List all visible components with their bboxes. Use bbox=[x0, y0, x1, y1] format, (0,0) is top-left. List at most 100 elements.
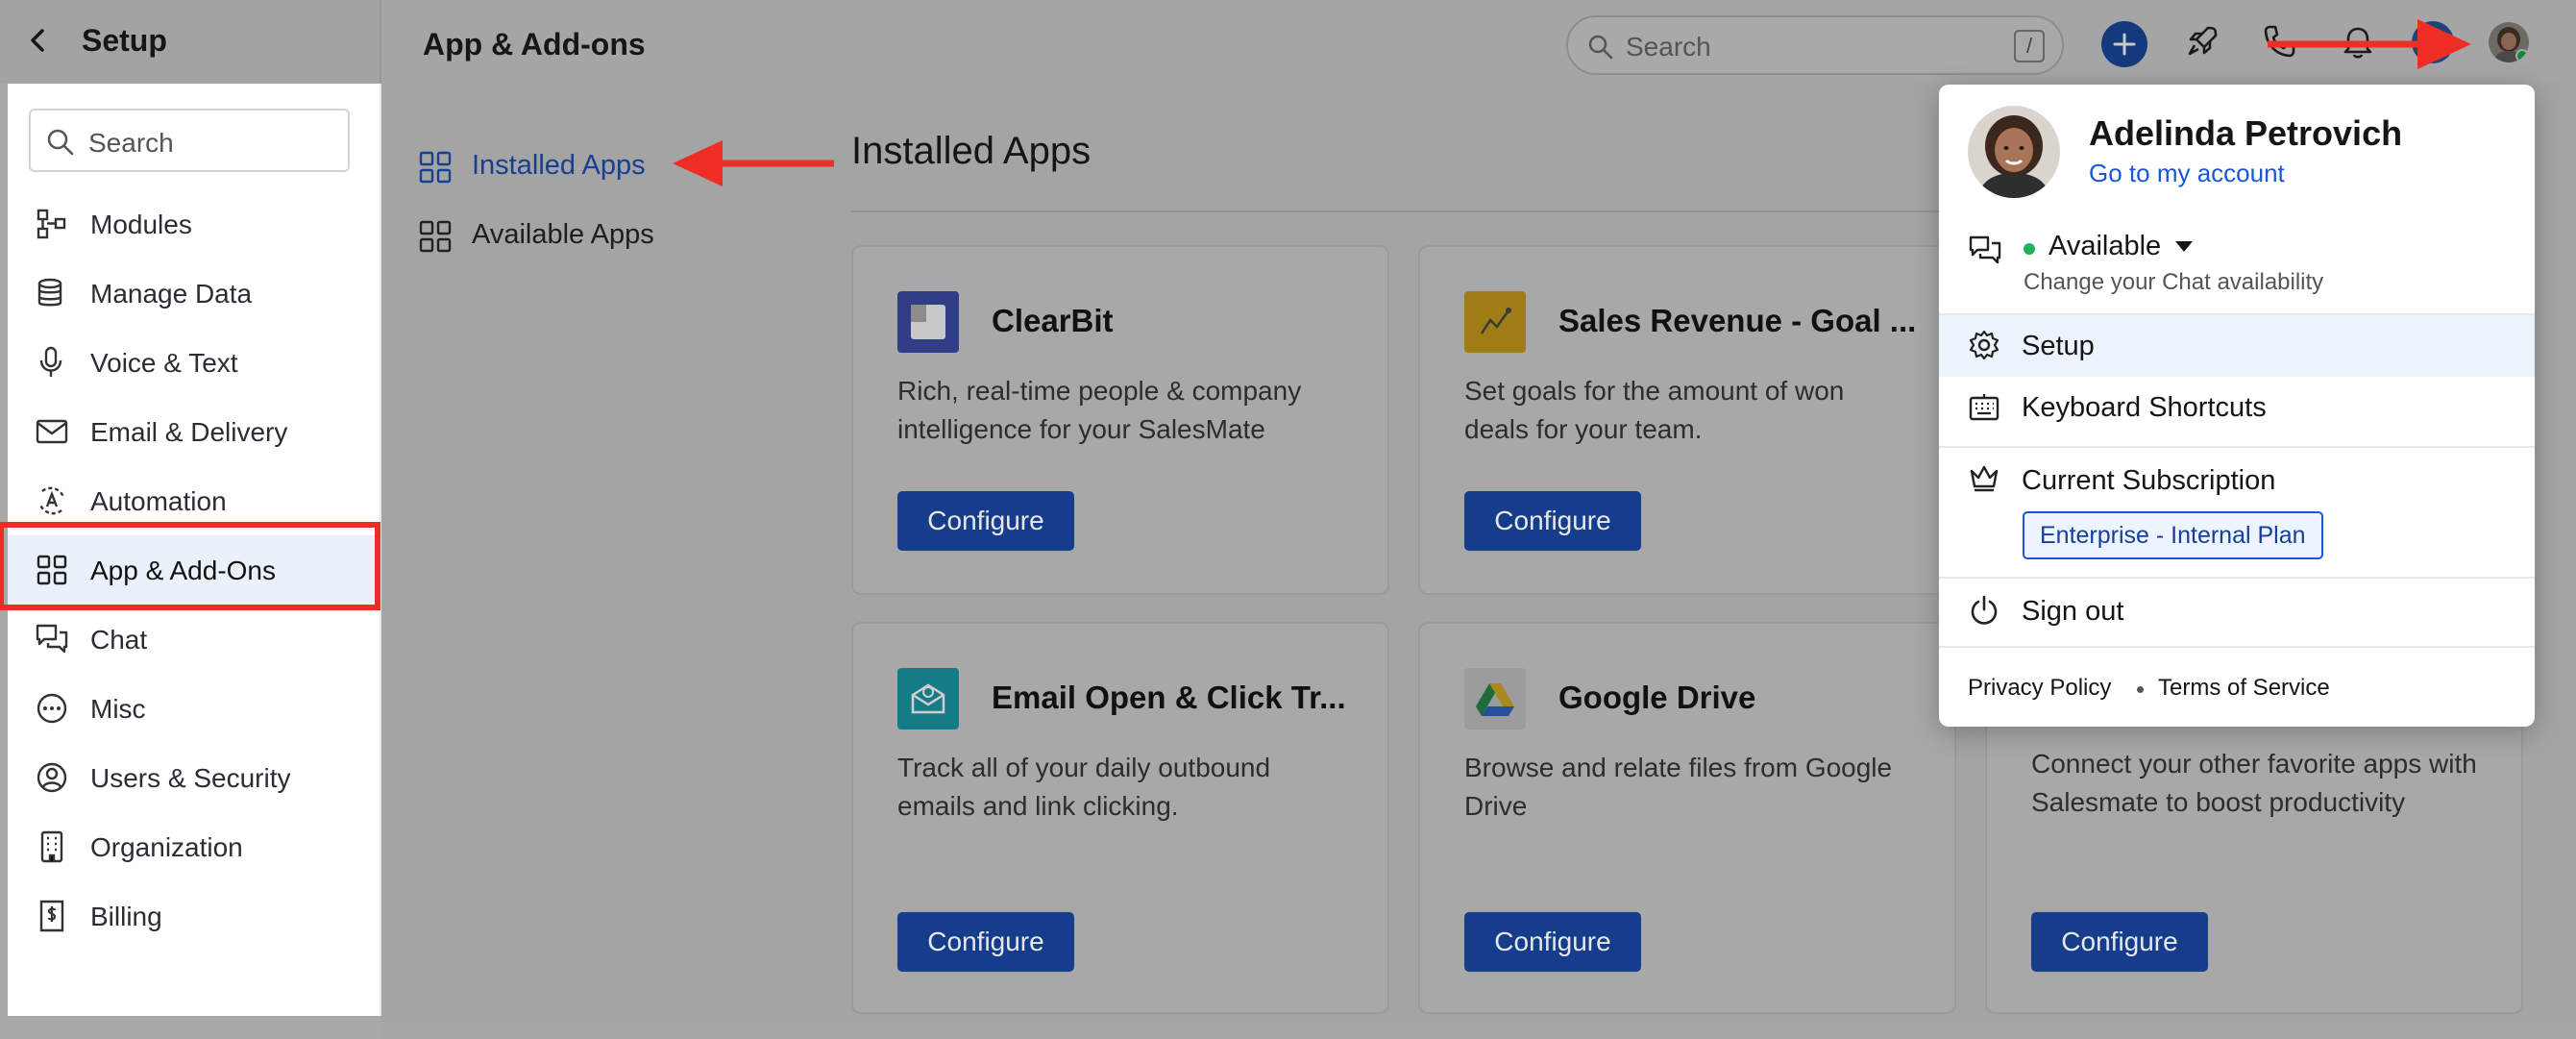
search-shortcut-key: / bbox=[2014, 30, 2045, 62]
menu-item-label: Setup bbox=[2022, 331, 2095, 361]
google-drive-logo-icon bbox=[1464, 668, 1526, 730]
menu-divider bbox=[1939, 446, 2535, 448]
sidebar-item-label: Modules bbox=[90, 210, 192, 239]
power-icon bbox=[1968, 594, 2000, 627]
database-icon bbox=[35, 276, 69, 310]
sidebar-item-label: Organization bbox=[90, 832, 243, 862]
sidebar-item-voice-text[interactable]: Voice & Text bbox=[8, 328, 381, 397]
rocket-icon[interactable] bbox=[2183, 22, 2221, 61]
app-description: Connect your other favorite apps with Sa… bbox=[2031, 749, 2477, 817]
top-bar: Setup App & Add-ons Search / bbox=[0, 0, 2576, 84]
envelope-icon bbox=[35, 414, 69, 449]
sidebar-item-chat[interactable]: Chat bbox=[8, 605, 381, 674]
menu-item-label: Keyboard Shortcuts bbox=[2022, 392, 2267, 423]
menu-item-label: Current Subscription bbox=[2022, 465, 2276, 496]
global-search-input[interactable]: Search / bbox=[1566, 15, 2064, 75]
microphone-icon bbox=[35, 345, 69, 380]
menu-item-setup[interactable]: Setup bbox=[1939, 315, 2535, 377]
sidebar-item-email-delivery[interactable]: Email & Delivery bbox=[8, 397, 381, 466]
add-new-button[interactable] bbox=[2101, 21, 2147, 67]
search-icon bbox=[1587, 34, 1614, 61]
tab-label: Installed Apps bbox=[472, 150, 646, 181]
app-description: Rich, real-time people & company intelli… bbox=[897, 376, 1302, 444]
grid-icon bbox=[418, 219, 453, 254]
sidebar-item-label: Users & Security bbox=[90, 763, 291, 793]
chat-icon bbox=[35, 622, 69, 656]
email-tracking-logo-icon bbox=[897, 668, 959, 730]
sidebar-item-label: Email & Delivery bbox=[90, 417, 288, 447]
app-card-clearbit: ClearBit Rich, real-time people & compan… bbox=[851, 245, 1389, 595]
sidebar-search-placeholder: Search bbox=[88, 128, 174, 158]
sidebar-item-billing[interactable]: Billing bbox=[8, 881, 381, 951]
user-menu-dropdown: Adelinda Petrovich Go to my account Avai… bbox=[1939, 85, 2535, 727]
back-arrow-icon[interactable] bbox=[25, 27, 52, 54]
automation-icon bbox=[35, 483, 69, 518]
search-placeholder: Search bbox=[1626, 32, 1711, 62]
app-name: ClearBit bbox=[992, 303, 1114, 338]
sidebar-item-label: Misc bbox=[90, 694, 146, 724]
clearbit-logo-icon bbox=[897, 291, 959, 353]
app-name: Email Open & Click Tr... bbox=[992, 680, 1346, 715]
configure-button[interactable]: Configure bbox=[1464, 912, 1641, 972]
sidebar-item-manage-data[interactable]: Manage Data bbox=[8, 259, 381, 328]
section-title: Installed Apps bbox=[851, 130, 1092, 172]
building-icon bbox=[35, 829, 69, 864]
configure-button[interactable]: Configure bbox=[1464, 491, 1641, 551]
sidebar-item-modules[interactable]: Modules bbox=[8, 189, 381, 259]
app-description: Track all of your daily outbound emails … bbox=[897, 753, 1271, 821]
chat-availability-icon bbox=[1968, 235, 2002, 267]
app-card-google-drive: Google Drive Browse and relate files fro… bbox=[1418, 622, 1956, 1014]
sidebar-item-label: Automation bbox=[90, 486, 227, 516]
gear-icon bbox=[1968, 329, 2000, 361]
configure-button[interactable]: Configure bbox=[2031, 912, 2208, 972]
sidebar-item-label: Voice & Text bbox=[90, 348, 238, 378]
separator-dot bbox=[2137, 686, 2144, 693]
sidebar-item-label: Chat bbox=[90, 625, 148, 655]
menu-item-keyboard-shortcuts[interactable]: Keyboard Shortcuts bbox=[1939, 377, 2535, 438]
billing-icon bbox=[35, 899, 69, 933]
sidebar-item-users-security[interactable]: Users & Security bbox=[8, 743, 381, 812]
setup-title: Setup bbox=[82, 23, 167, 58]
app-description: Browse and relate files from Google Driv… bbox=[1464, 753, 1893, 821]
menu-item-label: Sign out bbox=[2022, 596, 2124, 627]
grid-icon bbox=[418, 150, 453, 185]
goal-logo-icon bbox=[1464, 291, 1526, 353]
sidebar-item-organization[interactable]: Organization bbox=[8, 812, 381, 881]
privacy-policy-link[interactable]: Privacy Policy bbox=[1968, 675, 2111, 702]
app-name: Sales Revenue - Goal ... bbox=[1558, 303, 1917, 338]
tab-label: Available Apps bbox=[472, 219, 654, 250]
availability-dropdown[interactable]: Available bbox=[2049, 231, 2161, 262]
setup-header: Setup bbox=[0, 0, 381, 84]
configure-button[interactable]: Configure bbox=[897, 912, 1074, 972]
app-name: Google Drive bbox=[1558, 680, 1756, 715]
page-title: App & Add-ons bbox=[423, 27, 646, 62]
caret-down-icon[interactable] bbox=[2175, 241, 2193, 252]
highlight-box bbox=[0, 522, 380, 610]
app-card-email-tracking: Email Open & Click Tr... Track all of yo… bbox=[851, 622, 1389, 1014]
go-to-account-link[interactable]: Go to my account bbox=[2089, 159, 2285, 188]
user-name: Adelinda Petrovich bbox=[2089, 113, 2403, 153]
user-avatar-large bbox=[1968, 106, 2060, 198]
more-circle-icon bbox=[35, 691, 69, 726]
annotation-arrow-avatar bbox=[2268, 19, 2471, 69]
crown-icon bbox=[1968, 461, 2000, 494]
sidebar-item-misc[interactable]: Misc bbox=[8, 674, 381, 743]
available-status-dot bbox=[2024, 243, 2035, 255]
tab-available-apps[interactable]: Available Apps bbox=[418, 213, 725, 261]
user-avatar[interactable] bbox=[2489, 22, 2529, 62]
configure-button[interactable]: Configure bbox=[897, 491, 1074, 551]
user-circle-icon bbox=[35, 760, 69, 795]
menu-item-current-subscription: Current Subscription bbox=[1939, 450, 2535, 507]
online-status-dot bbox=[2515, 49, 2529, 62]
plan-badge[interactable]: Enterprise - Internal Plan bbox=[2023, 511, 2323, 559]
terms-of-service-link[interactable]: Terms of Service bbox=[2158, 675, 2330, 702]
menu-divider bbox=[1939, 646, 2535, 648]
sidebar-item-label: Billing bbox=[90, 902, 162, 931]
setup-sidebar: Search Modules Manage Data Voice & Text … bbox=[0, 84, 381, 1039]
sidebar-search-input[interactable]: Search bbox=[29, 109, 350, 172]
modules-icon bbox=[35, 207, 69, 241]
keyboard-icon bbox=[1968, 391, 2000, 424]
availability-subtitle: Change your Chat availability bbox=[2024, 269, 2324, 295]
menu-item-sign-out[interactable]: Sign out bbox=[1939, 581, 2535, 642]
menu-divider bbox=[1939, 577, 2535, 579]
